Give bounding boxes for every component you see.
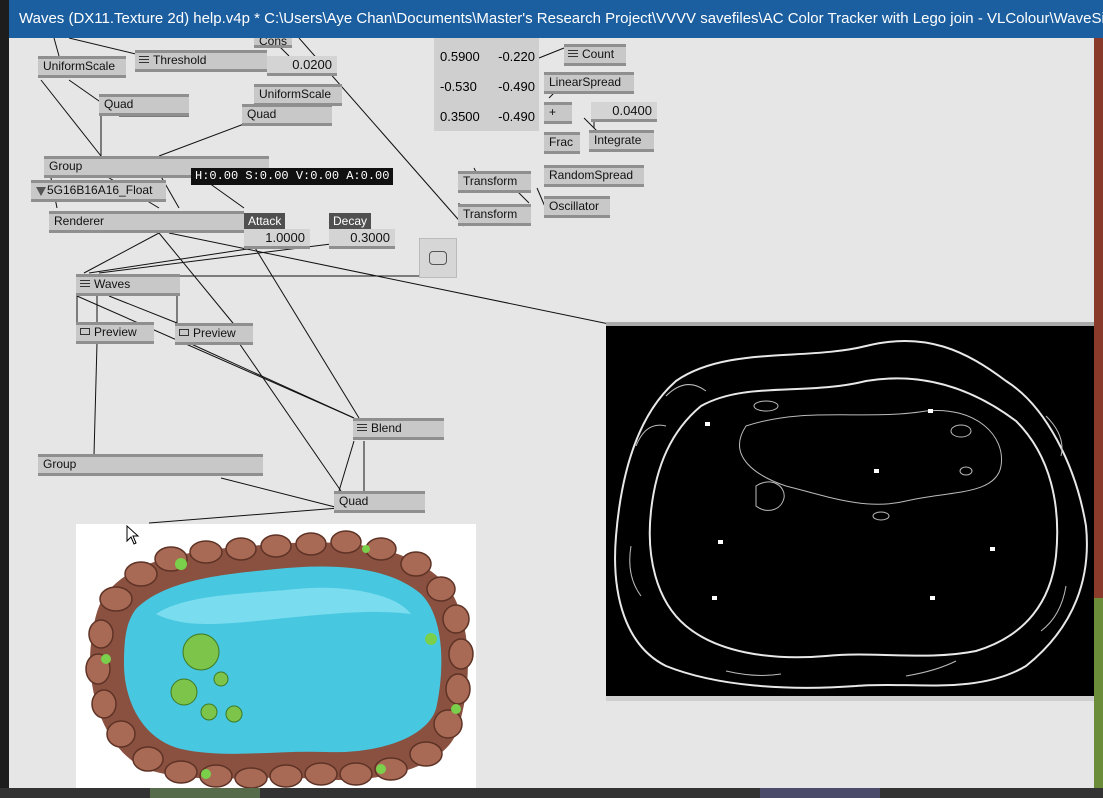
node-waves[interactable]: Waves [76, 274, 180, 296]
spread-cell: -0.220 [498, 49, 535, 64]
node-label: Transform [463, 207, 518, 221]
node-label: UniformScale [259, 87, 332, 101]
node-label: RandomSpread [549, 168, 634, 182]
background-window-strip [0, 788, 1103, 798]
node-label: Integrate [594, 133, 642, 147]
node-group-2[interactable]: Group [38, 454, 263, 476]
node-label: UniformScale [43, 59, 116, 73]
node-label: LinearSpread [549, 75, 622, 89]
node-label: + [549, 105, 557, 119]
window-title-bar[interactable]: Waves (DX11.Texture 2d) help.v4p * C:\Us… [9, 0, 1103, 38]
node-preview-1[interactable]: Preview [76, 322, 154, 344]
threshold-value-box[interactable]: 0.0200 [267, 56, 337, 76]
node-label: Count [582, 47, 615, 61]
node-quad-3[interactable]: Quad [334, 491, 425, 513]
renderer-node-bottom-bar [606, 696, 1094, 701]
node-linearspread[interactable]: LinearSpread [544, 72, 634, 94]
node-label: Frac [549, 135, 573, 149]
attack-value-box[interactable]: 1.0000 [244, 229, 310, 249]
node-label: Oscillator [549, 199, 600, 213]
node-label: Quad [339, 494, 369, 508]
menu-icon [139, 56, 149, 64]
node-quad-2[interactable]: Quad [242, 104, 332, 126]
node-threshold[interactable]: Threshold [135, 50, 267, 72]
node-label: Blend [371, 421, 402, 435]
node-preview-2[interactable]: Preview [175, 323, 253, 345]
node-uniformscale-2[interactable]: UniformScale [254, 84, 342, 106]
node-frac[interactable]: Frac [544, 132, 580, 154]
node-label: Quad [104, 97, 134, 111]
button-shape-icon [429, 251, 447, 265]
node-plus[interactable]: + [544, 102, 572, 124]
spread-row: 0.5900 -0.220 [440, 49, 535, 64]
decay-value-box[interactable]: 0.3000 [329, 229, 395, 249]
spread-values-box[interactable]: 0.5900 -0.220 -0.530 -0.490 0.3500 -0.49… [434, 38, 539, 131]
menu-icon [568, 50, 578, 58]
decay-label: Decay [329, 213, 372, 229]
pond-image [85, 530, 474, 788]
spread-cell: -0.490 [498, 79, 535, 94]
spread-cell: 0.3500 [440, 109, 480, 124]
mouse-cursor-icon [126, 525, 140, 545]
plus-value-box[interactable]: 0.0400 [591, 102, 657, 122]
edge-detection-render-view[interactable] [606, 322, 1094, 701]
node-label: Quad [247, 107, 277, 121]
node-label: Transform [463, 174, 518, 188]
spread-cell: -0.530 [440, 79, 477, 94]
attack-label: Attack [244, 213, 286, 229]
node-quad-1[interactable]: Quad [99, 94, 189, 116]
node-label: Preview [193, 326, 236, 340]
window-icon [179, 329, 189, 336]
spread-row: 0.3500 -0.490 [440, 109, 535, 124]
node-transform-1[interactable]: Transform [458, 171, 531, 193]
node-label: Waves [94, 277, 131, 291]
node-label: Group [43, 457, 77, 471]
bang-button[interactable] [419, 238, 457, 278]
node-uniformscale[interactable]: UniformScale [38, 56, 126, 78]
node-count[interactable]: Count [564, 44, 626, 66]
node-label: Group [49, 159, 83, 173]
pond-preview-render-view[interactable] [76, 524, 476, 788]
node-oscillator[interactable]: Oscillator [544, 196, 610, 218]
node-blend[interactable]: Blend [353, 418, 444, 440]
menu-icon [357, 424, 367, 432]
node-label: Renderer [54, 214, 105, 228]
node-label: Threshold [153, 53, 207, 67]
node-transform-2[interactable]: Transform [458, 204, 531, 226]
patch-editor[interactable]: Cons UniformScale Threshold 0.0200 Unifo… [9, 38, 1094, 788]
color-hsva-display[interactable]: H:0.00 S:0.00 V:0.00 A:0.00 [191, 168, 394, 185]
dropdown-triangle-icon [36, 187, 46, 196]
node-cons[interactable]: Cons [254, 38, 292, 48]
node-label: Cons [259, 38, 288, 48]
background-window-edge [1094, 38, 1103, 798]
node-format-enum[interactable]: 5G16B16A16_Float [31, 180, 166, 202]
menu-icon [80, 280, 90, 288]
spread-cell: 0.5900 [440, 49, 480, 64]
node-label: 5G16B16A16_Float [47, 183, 153, 197]
window-icon [80, 328, 90, 335]
spread-cell: -0.490 [498, 109, 535, 124]
node-integrate[interactable]: Integrate [589, 130, 654, 152]
spread-row: -0.530 -0.490 [440, 79, 535, 94]
node-renderer[interactable]: Renderer [49, 211, 244, 233]
node-randomspread[interactable]: RandomSpread [544, 165, 644, 187]
edge-outline-image [614, 339, 1088, 689]
node-label: Preview [94, 325, 137, 339]
